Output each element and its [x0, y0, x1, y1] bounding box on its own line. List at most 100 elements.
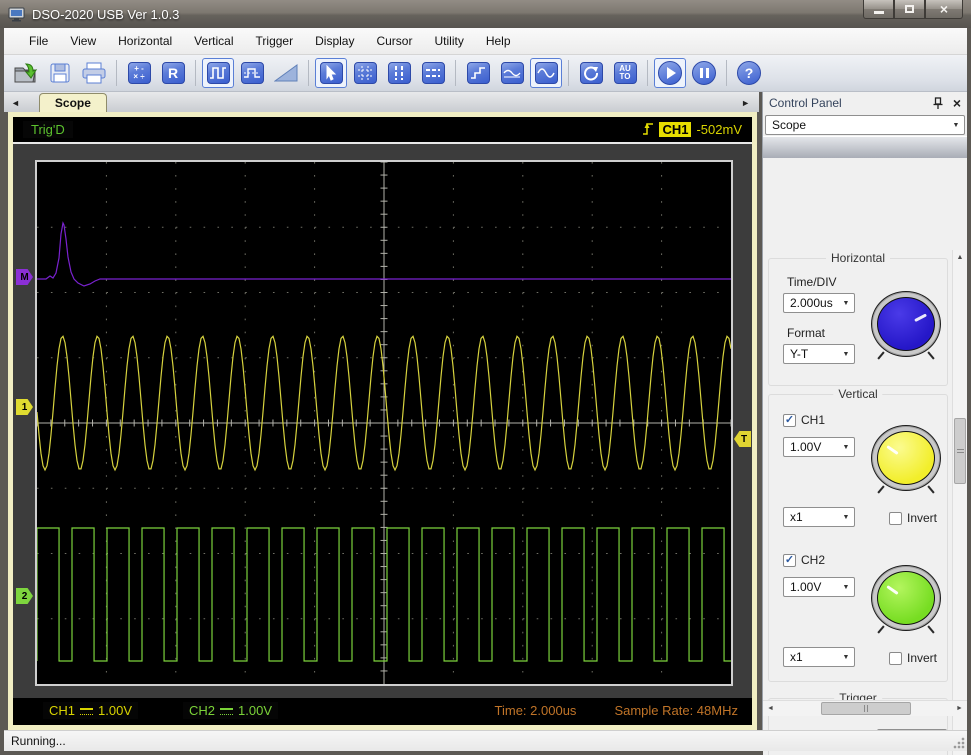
help-button[interactable]: ? [733, 58, 765, 88]
panel-horizontal-scrollbar[interactable]: ◄ ► [763, 700, 967, 716]
ch1-enable-checkbox[interactable]: CH1 [783, 413, 825, 427]
ch1-volts-select[interactable]: 1.00V ▼ [783, 437, 855, 457]
menu-bar: File View Horizontal Vertical Trigger Di… [4, 28, 967, 55]
window-title: DSO-2020 USB Ver 1.0.3 [32, 6, 180, 22]
tab-scope[interactable]: Scope [38, 93, 107, 112]
ch2-label: CH2 [189, 703, 216, 718]
toolbar-separator [568, 60, 569, 86]
panel-divider-strip [763, 136, 967, 158]
math-button[interactable]: + - × ÷ [123, 58, 155, 88]
resize-grip[interactable] [953, 737, 965, 749]
ch2-marker[interactable]: 2 [16, 588, 33, 604]
open-button[interactable] [10, 58, 42, 88]
pulse-train-icon [240, 62, 264, 84]
maximize-button[interactable] [894, 0, 925, 19]
status-bar: Running... [4, 730, 967, 751]
app-window: DSO-2020 USB Ver 1.0.3 × File View Horiz… [0, 0, 971, 755]
pause-icon [692, 61, 716, 85]
ch1-probe-select[interactable]: x1 ▼ [783, 507, 855, 527]
panel-mode-select[interactable]: Scope ▼ [765, 115, 965, 135]
checkbox-check-icon [783, 553, 796, 567]
menu-horizontal[interactable]: Horizontal [107, 29, 183, 53]
control-panel-close-icon[interactable]: × [953, 96, 961, 110]
pin-icon[interactable] [931, 96, 945, 110]
toolbar-separator [726, 60, 727, 86]
step-button[interactable] [462, 58, 494, 88]
ch2-enable-checkbox[interactable]: CH2 [783, 553, 825, 567]
menu-trigger[interactable]: Trigger [245, 29, 305, 53]
chevron-down-icon: ▼ [842, 583, 850, 591]
vertical-cursors-button[interactable] [383, 58, 415, 88]
control-panel: Control Panel × Scope ▼ Horizontal Time/… [762, 92, 967, 755]
menu-file[interactable]: File [18, 29, 59, 53]
horizontal-group-title: Horizontal [825, 251, 891, 265]
ch1-label: CH1 [49, 703, 76, 718]
menu-display[interactable]: Display [304, 29, 365, 53]
print-button[interactable] [78, 58, 110, 88]
math-icon: + - × ÷ [127, 62, 151, 84]
timediv-select[interactable]: 2.000us ▼ [783, 293, 855, 313]
ch2-volts-per-div: 1.00V [238, 703, 272, 718]
format-select[interactable]: Y-T ▼ [783, 344, 855, 364]
ch1-marker[interactable]: 1 [16, 399, 33, 415]
waveform-plot [36, 161, 732, 684]
toolbar-separator [647, 60, 648, 86]
ch2-volts-select[interactable]: 1.00V ▼ [783, 577, 855, 597]
checkbox-check-icon [783, 413, 796, 427]
cursor-select-button[interactable] [315, 58, 347, 88]
pulse-train-button[interactable] [236, 58, 268, 88]
scope-screen[interactable] [35, 160, 733, 686]
scope-page: Trig'D CH1 -502mV M 1 2 T CH1 1.00V CH2 … [8, 112, 757, 730]
ch2-invert-checkbox[interactable]: Invert [889, 651, 937, 665]
auto-setup-button[interactable]: AU TO [609, 58, 641, 88]
square-wave-icon [206, 62, 230, 84]
scroll-right-icon[interactable]: ► [952, 701, 967, 716]
menu-view[interactable]: View [59, 29, 107, 53]
trigger-readout: CH1 -502mV [642, 121, 742, 137]
tab-scroll-left-icon[interactable]: ◄ [4, 98, 25, 112]
horizontal-scroll-thumb[interactable] [821, 702, 911, 715]
chevron-down-icon: ▼ [842, 443, 850, 451]
ch2-probe-select[interactable]: x1 ▼ [783, 647, 855, 667]
scroll-left-icon[interactable]: ◄ [763, 701, 778, 716]
horizontal-cursors-button[interactable] [417, 58, 449, 88]
toolbar-separator [116, 60, 117, 86]
run-button[interactable] [654, 58, 686, 88]
close-button[interactable]: × [925, 0, 963, 19]
menu-vertical[interactable]: Vertical [183, 29, 244, 53]
wave-line-button[interactable] [496, 58, 528, 88]
scroll-up-icon[interactable]: ▲ [953, 250, 967, 265]
sample-rate-readout: Sample Rate: 48MHz [614, 703, 738, 718]
math-channel-marker[interactable]: M [16, 269, 33, 285]
horizontal-position-knob[interactable] [871, 291, 941, 357]
panel-vertical-scrollbar[interactable]: ▲ ▼ [952, 250, 967, 755]
pause-button[interactable] [688, 58, 720, 88]
menu-help[interactable]: Help [475, 29, 522, 53]
vertical-scroll-thumb[interactable] [954, 418, 966, 484]
reference-button[interactable]: R [157, 58, 189, 88]
timediv-label: Time/DIV [787, 275, 837, 289]
menu-utility[interactable]: Utility [423, 29, 474, 53]
auto-setup-icon: AU TO [613, 62, 637, 84]
save-button[interactable] [44, 58, 76, 88]
trigger-level-value: -502mV [696, 121, 742, 137]
ramp-button[interactable] [270, 58, 302, 88]
menu-cursor[interactable]: Cursor [365, 29, 423, 53]
ch1-position-knob[interactable] [871, 425, 941, 491]
refresh-button[interactable] [575, 58, 607, 88]
ch2-position-knob[interactable] [871, 565, 941, 631]
tab-scroll-right-icon[interactable]: ► [734, 98, 755, 112]
refresh-icon [579, 62, 603, 84]
trigger-level-marker[interactable]: T [734, 431, 751, 447]
open-folder-icon [14, 63, 38, 83]
ch1-invert-checkbox[interactable]: Invert [889, 511, 937, 525]
app-icon [8, 7, 25, 21]
grid-button[interactable] [349, 58, 381, 88]
sine-wave-button[interactable] [530, 58, 562, 88]
dc-coupling-icon [220, 707, 234, 715]
square-wave-display-button[interactable] [202, 58, 234, 88]
toolbar-separator [195, 60, 196, 86]
minimize-button[interactable] [863, 0, 894, 19]
maximize-icon [905, 5, 914, 13]
chevron-down-icon: ▼ [842, 653, 850, 661]
